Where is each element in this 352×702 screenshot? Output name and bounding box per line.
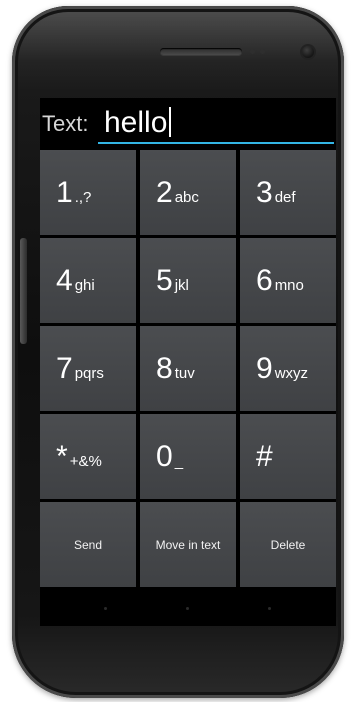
- back-nav-dot-icon[interactable]: [104, 607, 107, 610]
- key-5-letters: jkl: [174, 277, 189, 294]
- key-5[interactable]: 5 jkl: [140, 238, 236, 323]
- text-input-value[interactable]: hello: [104, 106, 172, 140]
- volume-button: [20, 238, 27, 344]
- send-button-label: Send: [73, 537, 103, 552]
- delete-button-label: Delete: [270, 537, 306, 552]
- move-in-text-button[interactable]: Move in text: [140, 502, 236, 587]
- key-2[interactable]: 2 abc: [140, 150, 236, 235]
- key-9-digit: 9: [256, 351, 273, 385]
- key-7[interactable]: 7 pqrs: [40, 326, 136, 411]
- key-3[interactable]: 3 def: [240, 150, 336, 235]
- key-hash[interactable]: #: [240, 414, 336, 499]
- key-1-letters: .,?: [74, 189, 92, 206]
- key-9[interactable]: 9 wxyz: [240, 326, 336, 411]
- proximity-sensor: [250, 49, 255, 54]
- move-in-text-button-label: Move in text: [155, 537, 221, 552]
- text-input-field[interactable]: hello: [98, 102, 334, 144]
- key-9-letters: wxyz: [274, 365, 309, 382]
- key-2-digit: 2: [156, 175, 173, 209]
- recents-nav-dot-icon[interactable]: [268, 607, 271, 610]
- key-4[interactable]: 4 ghi: [40, 238, 136, 323]
- key-8-letters: tuv: [174, 365, 195, 382]
- key-4-letters: ghi: [74, 277, 95, 294]
- front-camera-icon: [302, 46, 314, 58]
- screen: Text: hello 1.,? 2 abc 3 def 4 ghi 5 jkl 6 mn…: [40, 98, 336, 626]
- light-sensor: [260, 49, 265, 54]
- key-7-digit: 7: [56, 351, 73, 385]
- keypad: 1.,? 2 abc 3 def 4 ghi 5 jkl 6 mno 7 pqrs 8 tuv…: [40, 150, 336, 587]
- key-6-digit: 6: [256, 263, 273, 297]
- navigation-bar: [40, 590, 336, 626]
- key-1-digit: 1: [56, 175, 73, 209]
- key-6[interactable]: 6 mno: [240, 238, 336, 323]
- key-star-symbols: +&%: [69, 453, 102, 470]
- send-button[interactable]: Send: [40, 502, 136, 587]
- key-0-digit: 0: [156, 439, 173, 473]
- key-hash-symbol: #: [256, 439, 273, 473]
- delete-button[interactable]: Delete: [240, 502, 336, 587]
- key-star[interactable]: * +&%: [40, 414, 136, 499]
- home-nav-dot-icon[interactable]: [186, 607, 189, 610]
- key-star-symbol: *: [56, 439, 68, 473]
- key-7-letters: pqrs: [74, 365, 104, 382]
- text-label: Text:: [42, 111, 89, 136]
- key-5-digit: 5: [156, 263, 173, 297]
- key-2-letters: abc: [174, 189, 199, 206]
- key-4-digit: 4: [56, 263, 73, 297]
- key-0-space: _: [174, 453, 184, 470]
- key-3-letters: def: [274, 189, 296, 206]
- key-1[interactable]: 1.,?: [40, 150, 136, 235]
- key-6-letters: mno: [274, 277, 304, 294]
- key-0[interactable]: 0 _: [140, 414, 236, 499]
- text-input-row: Text: hello: [40, 98, 336, 148]
- text-cursor: [169, 107, 172, 137]
- key-8-digit: 8: [156, 351, 173, 385]
- earpiece-speaker: [160, 48, 242, 55]
- key-8[interactable]: 8 tuv: [140, 326, 236, 411]
- key-3-digit: 3: [256, 175, 273, 209]
